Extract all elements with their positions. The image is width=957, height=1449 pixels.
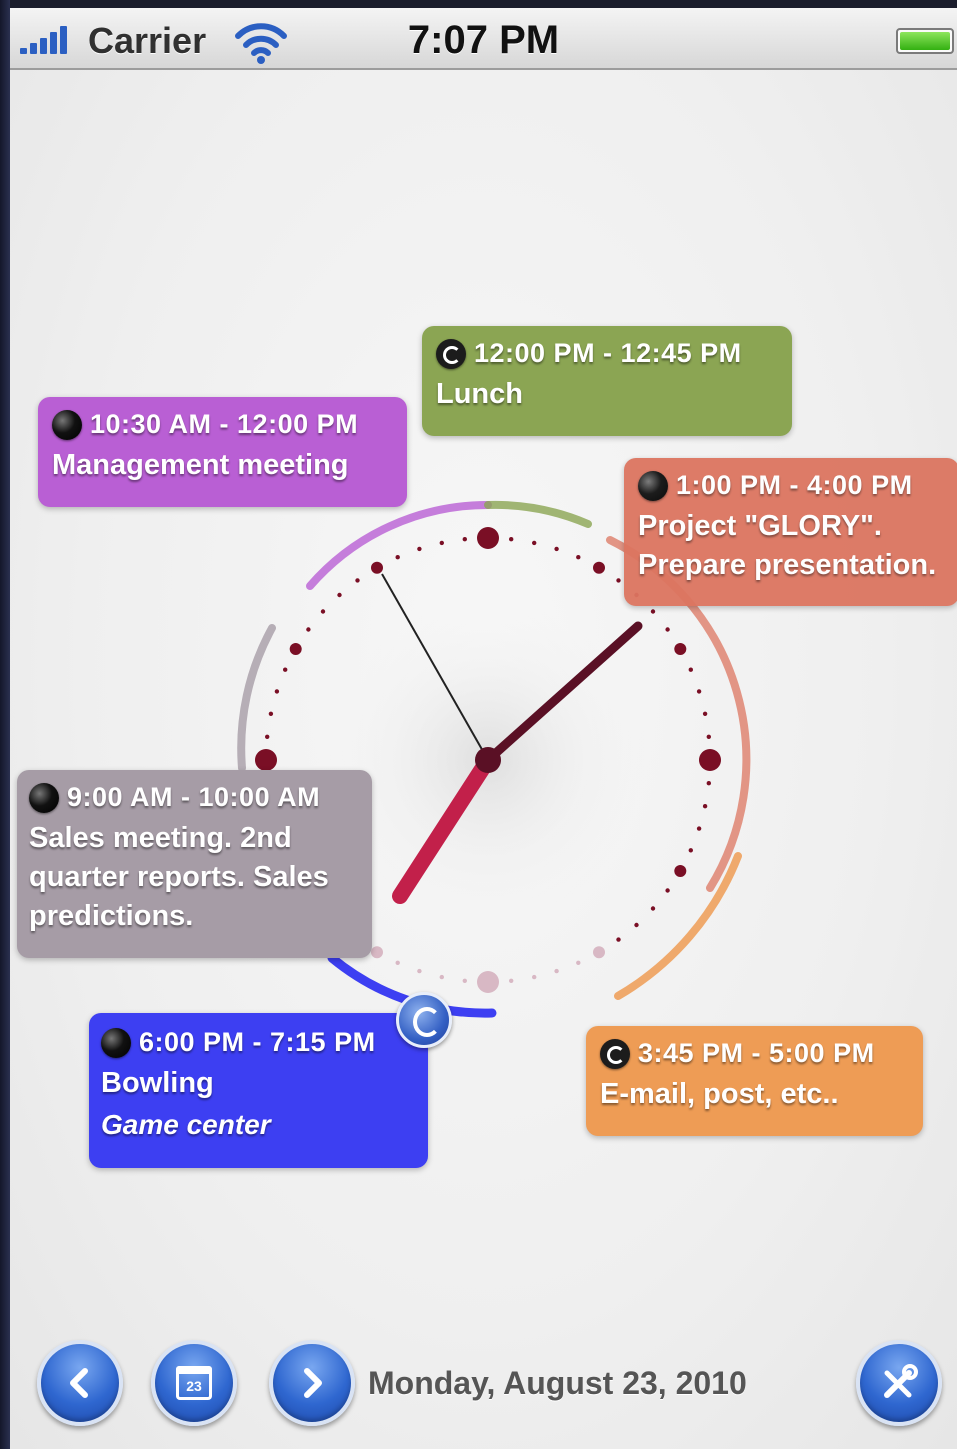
clock-hour-dot: [674, 643, 687, 655]
calendar-day: 23: [186, 1378, 202, 1394]
clock-minute-dot: [532, 974, 537, 980]
event-dot-icon: [101, 1027, 131, 1058]
calendar-icon: 23: [176, 1366, 212, 1400]
clock-face: [237, 500, 751, 1018]
clock-minute-dot: [576, 555, 581, 560]
clock-minute-dot: [688, 667, 693, 672]
clock-minute-dot: [576, 960, 581, 965]
clock-minute-dot: [702, 804, 708, 809]
event-card-management[interactable]: 10:30 AM - 12:00 PM Management meeting: [38, 397, 407, 507]
event-card-bowling[interactable]: 6:00 PM - 7:15 PM Bowling Game center: [89, 1013, 428, 1168]
event-subtitle: Game center: [101, 1109, 271, 1140]
event-time: 12:00 PM - 12:45 PM: [474, 338, 742, 368]
event-title: E-mail, post, etc..: [600, 1078, 839, 1110]
clock-hour-dot: [371, 946, 383, 959]
clock-minute-dot: [706, 734, 711, 739]
clock-hour-dot: [674, 865, 687, 877]
clock-hour-dot: [371, 561, 383, 574]
clock-minute-dot: [706, 781, 711, 786]
clock-hour-dot: [593, 561, 605, 574]
clock-hour-dot: [255, 749, 277, 771]
event-time: 6:00 PM - 7:15 PM: [139, 1027, 376, 1057]
event-card-sales[interactable]: 9:00 AM - 10:00 AM Sales meeting. 2nd qu…: [17, 770, 372, 958]
event-dot-icon: [638, 470, 668, 501]
repeat-icon: [436, 338, 466, 369]
clock-hour-dot: [593, 946, 605, 959]
clock-minute-dot: [554, 546, 559, 552]
clock-minute-dot: [688, 848, 693, 853]
clock-minute-dot: [265, 734, 270, 739]
arc-sales: [237, 624, 276, 772]
clock-minute-dot: [650, 906, 656, 911]
event-card-email[interactable]: 3:45 PM - 5:00 PM E-mail, post, etc..: [586, 1026, 923, 1136]
clock-minute-dot: [417, 546, 422, 552]
event-card-lunch[interactable]: 12:00 PM - 12:45 PM Lunch: [422, 326, 792, 436]
clock-minute-dot: [268, 711, 274, 716]
clock-minute-dot: [509, 978, 514, 983]
clock-minute-dot: [696, 689, 702, 694]
clock-minute-dot: [696, 826, 702, 831]
previous-day-button[interactable]: [37, 1340, 123, 1426]
clock-minute-dot: [274, 689, 280, 694]
event-card-glory[interactable]: 1:00 PM - 4:00 PM Project "GLORY". Prepa…: [624, 458, 957, 606]
event-time: 1:00 PM - 4:00 PM: [676, 470, 913, 500]
event-title: Management meeting: [52, 449, 349, 481]
clock-minute-dot: [439, 540, 444, 546]
clock-hour-dot: [289, 643, 302, 655]
clock-minute-dot: [554, 968, 559, 974]
device-left-edge: [0, 0, 10, 1449]
chevron-right-icon: [304, 1368, 322, 1398]
clock-minute-dot: [702, 711, 708, 716]
clock-minute-dot: [337, 592, 342, 598]
calendar-button[interactable]: 23: [151, 1340, 237, 1426]
screen: Carrier 7:07 PM 12:00 PM - 12:45 PM Lunc…: [10, 8, 957, 1449]
game-center-icon[interactable]: [396, 992, 452, 1048]
clock-minute-dot: [616, 937, 621, 942]
clock-minute-dot: [634, 922, 639, 928]
clock-minute-dot: [616, 578, 621, 583]
clock-hour-dot: [699, 749, 721, 771]
clock-minute-dot: [462, 537, 467, 542]
clock-minute-dot: [650, 609, 656, 614]
next-day-button[interactable]: [269, 1340, 355, 1426]
clock-minute-dot: [532, 540, 537, 546]
clock-minute-dot: [665, 888, 670, 893]
event-title-line-2: quarter reports. Sales: [29, 861, 329, 893]
clock-minute-dot: [439, 974, 444, 980]
device-top-edge: [0, 0, 957, 8]
event-time: 9:00 AM - 10:00 AM: [67, 782, 321, 812]
arc-management: [306, 500, 492, 590]
event-dot-icon: [52, 409, 82, 440]
clock-minute-dot: [320, 609, 326, 614]
event-dot-icon: [29, 782, 59, 813]
event-title-line-3: predictions.: [29, 900, 194, 932]
event-time: 3:45 PM - 5:00 PM: [638, 1038, 875, 1068]
repeat-icon: [600, 1038, 630, 1069]
settings-button[interactable]: [856, 1340, 942, 1426]
event-title-line-2: Prepare presentation.: [638, 549, 937, 581]
clock-minute-dot: [395, 960, 400, 965]
event-title: Bowling: [101, 1067, 214, 1099]
clock-minute-dot: [509, 537, 514, 542]
clock-minute-dot: [306, 627, 311, 632]
event-title: Sales meeting. 2nd: [29, 822, 292, 854]
clock-hour-dot: [477, 971, 499, 993]
event-title: Project "GLORY".: [638, 510, 882, 542]
clock-center-cap: [475, 747, 501, 773]
clock-minute-dot: [355, 578, 360, 583]
event-title: Lunch: [436, 378, 523, 410]
clock-minute-dot: [462, 978, 467, 983]
clock-minute-dot: [395, 555, 400, 560]
clock-minute-dot: [283, 667, 288, 672]
tools-icon: [884, 1364, 918, 1398]
event-time: 10:30 AM - 12:00 PM: [90, 409, 359, 439]
clock-hour-dot: [477, 527, 499, 549]
clock-minute-dot: [417, 968, 422, 974]
current-date-label: Monday, August 23, 2010: [368, 1365, 747, 1401]
arc-lunch: [484, 500, 592, 528]
chevron-left-icon: [70, 1368, 88, 1398]
clock-minute-dot: [665, 627, 670, 632]
